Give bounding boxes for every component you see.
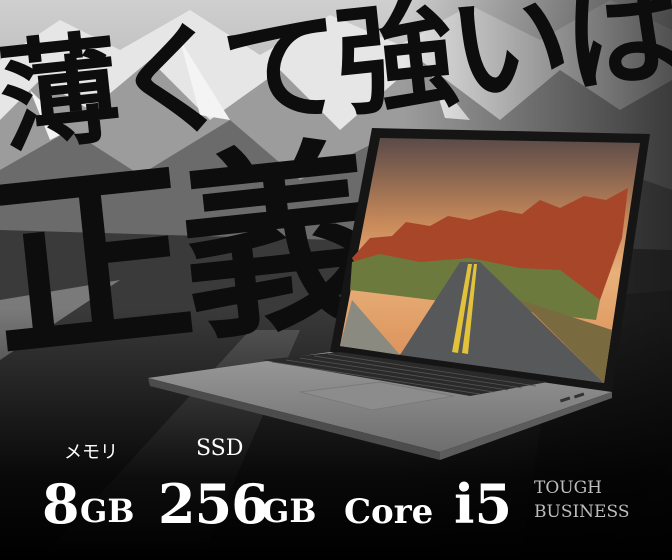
desert-road-screen: [340, 138, 640, 383]
cpu-model: i5: [454, 472, 513, 536]
storage-value: 256: [158, 472, 269, 536]
memory-unit: GB: [80, 492, 135, 530]
tagline-line-2: BUSINESS: [534, 502, 630, 522]
tagline-line-1: TOUGH: [534, 478, 603, 498]
ad-banner[interactable]: 薄くて強いは 正義 メモリ SSD 8 GB 256 GB Core i5 TO…: [0, 0, 672, 560]
storage-unit: GB: [262, 492, 317, 530]
storage-label: SSD: [196, 436, 244, 461]
memory-label: メモリ: [64, 442, 118, 463]
tagline: TOUGH BUSINESS: [534, 476, 629, 524]
spec-list: メモリ SSD 8 GB 256 GB Core i5 TOUGH BUSINE…: [0, 430, 672, 560]
memory-value: 8: [42, 472, 80, 536]
cpu-name: Core: [344, 492, 434, 532]
